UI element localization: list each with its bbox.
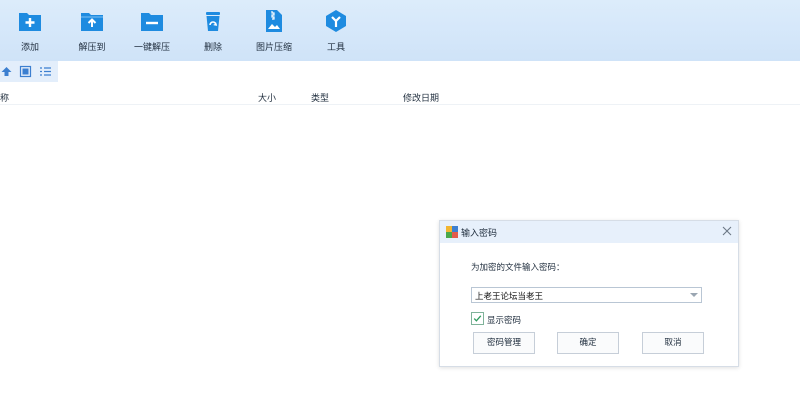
- add-label: 添加: [20, 43, 39, 53]
- dialog-title-bar: 输入密码: [440, 221, 738, 243]
- image-compress-icon: [266, 10, 282, 32]
- show-password-checkbox[interactable]: [471, 312, 484, 325]
- password-dialog: 输入密码 为加密的文件输入密码： 上老王论坛当老王 显示密码 密码管理 确定 取…: [439, 220, 739, 367]
- show-password-label: 显示密码: [487, 316, 522, 326]
- tools-label: 工具: [326, 43, 345, 53]
- add-folder-icon: [19, 13, 41, 31]
- list-icon[interactable]: [39, 65, 52, 78]
- one-click-extract-icon: [141, 13, 163, 31]
- column-name[interactable]: 称: [0, 91, 9, 104]
- password-field[interactable]: 上老王论坛当老王: [471, 287, 702, 303]
- one-click-extract-button[interactable]: 一键解压: [122, 8, 182, 54]
- column-modified[interactable]: 修改日期: [403, 91, 439, 104]
- view-icon[interactable]: [19, 65, 32, 78]
- password-value: 上老王论坛当老王: [475, 292, 544, 302]
- extract-to-icon: [81, 13, 103, 31]
- checkmark-icon: [473, 315, 482, 322]
- one-click-extract-label: 一键解压: [133, 43, 170, 53]
- column-size[interactable]: 大小: [258, 91, 276, 104]
- tools-button[interactable]: 工具: [306, 8, 366, 54]
- column-type[interactable]: 类型: [311, 91, 329, 104]
- close-icon[interactable]: [722, 226, 732, 236]
- path-input[interactable]: [58, 61, 800, 82]
- recycle-bin-icon: [206, 12, 220, 31]
- password-manager-button[interactable]: 密码管理: [473, 332, 535, 354]
- dropdown-arrow-icon[interactable]: [690, 293, 698, 297]
- extract-to-label: 解压到: [78, 43, 106, 53]
- delete-label: 删除: [203, 43, 222, 53]
- image-compress-button[interactable]: 图片压缩: [244, 8, 304, 54]
- cancel-button[interactable]: 取消: [642, 332, 704, 354]
- delete-button[interactable]: 删除: [183, 8, 243, 54]
- app-logo-icon: [446, 226, 458, 238]
- dialog-title: 输入密码: [461, 229, 498, 239]
- add-button[interactable]: 添加: [0, 8, 60, 54]
- ok-button[interactable]: 确定: [557, 332, 619, 354]
- up-icon[interactable]: [0, 65, 13, 78]
- main-toolbar: 添加 解压到 一键解压 删除 图片压缩 工具: [0, 0, 800, 61]
- tools-icon: [326, 10, 346, 32]
- extract-to-button[interactable]: 解压到: [62, 8, 122, 54]
- password-prompt: 为加密的文件输入密码：: [471, 263, 565, 273]
- image-compress-label: 图片压缩: [255, 43, 292, 53]
- file-list-header: 称 大小 类型 修改日期: [0, 88, 800, 105]
